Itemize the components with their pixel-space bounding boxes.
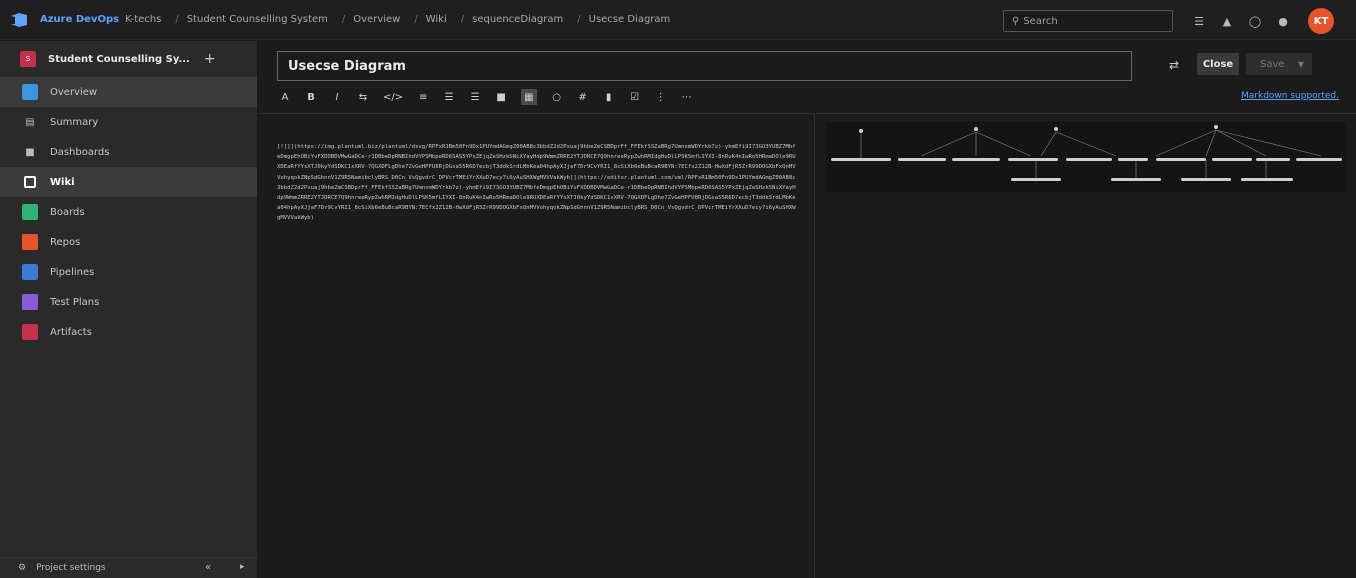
sidebar-item-label: Overview bbox=[50, 86, 98, 98]
gear-icon: ⚙ bbox=[18, 563, 27, 573]
sidebar-item-wiki[interactable]: Wiki bbox=[0, 167, 257, 197]
sidebar-item-artifacts[interactable]: Artifacts bbox=[0, 317, 257, 347]
overview-icon bbox=[22, 84, 38, 100]
preview-pane bbox=[816, 113, 1356, 578]
italic-icon[interactable]: I bbox=[331, 89, 343, 105]
breadcrumb-separator: / bbox=[175, 14, 179, 25]
breadcrumb-project[interactable]: Student Counselling System bbox=[187, 14, 328, 25]
breadcrumb-sequence-diagram[interactable]: sequenceDiagram bbox=[472, 14, 563, 25]
search-box[interactable]: ⚲ Search bbox=[1003, 10, 1173, 32]
project-settings[interactable]: ⚙ Project settings « ▸ bbox=[0, 557, 258, 578]
summary-icon: ▤ bbox=[25, 116, 35, 128]
sidebar-item-label: Summary bbox=[50, 116, 99, 128]
breadcrumb-separator: / bbox=[460, 14, 465, 25]
quote-icon[interactable]: ≡ bbox=[417, 89, 429, 105]
sidebar-item-repos[interactable]: Repos bbox=[0, 227, 257, 257]
project-name[interactable]: Student Counselling Sy... bbox=[48, 54, 190, 65]
breadcrumb-wiki[interactable]: Wiki bbox=[426, 14, 447, 25]
sidebar-item-dashboards[interactable]: ■ Dashboards bbox=[0, 137, 257, 167]
breadcrumb-overview[interactable]: Overview bbox=[353, 14, 400, 25]
bold-icon[interactable]: B bbox=[305, 89, 317, 105]
markdown-editor[interactable]: [![]](https://img.plantuml.biz/plantuml/… bbox=[259, 113, 815, 578]
expand-pane-icon[interactable]: ▸ bbox=[240, 562, 245, 572]
more-formatting-icon[interactable]: ⋮ bbox=[655, 89, 667, 105]
diagram-background bbox=[826, 122, 1346, 192]
sidebar-item-overview[interactable]: Overview bbox=[0, 77, 257, 107]
breadcrumb-current-page[interactable]: Usecse Diagram bbox=[589, 14, 671, 25]
breadcrumb-separator: / bbox=[414, 14, 418, 25]
collapse-sidebar-icon[interactable]: « bbox=[205, 562, 211, 573]
swap-icon[interactable]: ⇄ bbox=[1169, 58, 1179, 72]
breadcrumb-org[interactable]: K-techs bbox=[125, 14, 161, 25]
marketplace-icon[interactable]: ▲ bbox=[1220, 14, 1234, 28]
sidebar-item-boards[interactable]: Boards bbox=[0, 197, 257, 227]
breadcrumb-separator: / bbox=[341, 14, 346, 25]
user-settings-icon[interactable]: ● bbox=[1276, 14, 1290, 28]
wiki-icon bbox=[24, 176, 36, 188]
project-settings-label: Project settings bbox=[36, 563, 106, 573]
sidebar-item-test-plans[interactable]: Test Plans bbox=[0, 287, 257, 317]
markdown-content[interactable]: [![]](https://img.plantuml.biz/plantuml/… bbox=[277, 142, 796, 224]
chevron-down-icon[interactable]: ▼ bbox=[1298, 60, 1304, 69]
boards-icon bbox=[22, 204, 38, 220]
dashboards-icon: ■ bbox=[25, 146, 35, 158]
save-button[interactable]: Save ▼ bbox=[1246, 53, 1312, 75]
azure-devops-logo-icon[interactable] bbox=[8, 10, 30, 30]
sidebar-item-label: Repos bbox=[50, 236, 81, 248]
pipelines-icon bbox=[22, 264, 38, 280]
test-plans-icon bbox=[22, 294, 38, 310]
add-icon[interactable]: + bbox=[204, 51, 216, 67]
top-bar: Azure DevOps K-techs / Student Counselli… bbox=[0, 0, 1356, 40]
bulleted-list-icon[interactable]: ☰ bbox=[443, 89, 455, 105]
formatting-toolbar: A B I ⇆ </> ≡ ☰ ☰ ■ ▦ ○ # ▮ ☑ ⋮ ⋯ bbox=[279, 87, 693, 107]
list-icon[interactable]: ☰ bbox=[1192, 14, 1206, 28]
video-icon[interactable]: ▮ bbox=[603, 89, 615, 105]
project-header[interactable]: S Student Counselling Sy... + bbox=[0, 41, 257, 77]
more-options-icon[interactable]: ⋯ bbox=[681, 89, 693, 105]
search-icon: ⚲ bbox=[1012, 15, 1020, 27]
sidebar-item-summary[interactable]: ▤ Summary bbox=[0, 107, 257, 137]
breadcrumb-separator: / bbox=[577, 14, 581, 25]
sidebar-item-label: Artifacts bbox=[50, 326, 92, 338]
checklist-icon[interactable]: ☑ bbox=[629, 89, 641, 105]
close-button[interactable]: Close bbox=[1197, 53, 1239, 75]
use-case-diagram-preview bbox=[826, 122, 1346, 192]
table-icon[interactable]: ▦ bbox=[521, 89, 537, 105]
breadcrumb-brand[interactable]: Azure DevOps bbox=[40, 14, 119, 25]
sidebar-item-label: Test Plans bbox=[50, 296, 100, 308]
link-icon[interactable]: ⇆ bbox=[357, 89, 369, 105]
attachment-icon[interactable]: ■ bbox=[495, 89, 507, 105]
artifacts-icon bbox=[22, 324, 38, 340]
help-icon[interactable]: ◯ bbox=[1248, 14, 1262, 28]
sidebar-item-label: Wiki bbox=[50, 176, 75, 188]
save-label: Save bbox=[1260, 58, 1285, 70]
sidebar-item-label: Dashboards bbox=[50, 146, 110, 158]
mention-icon[interactable]: # bbox=[577, 89, 589, 105]
avatar[interactable]: KT bbox=[1308, 8, 1334, 34]
heading-icon[interactable]: A bbox=[279, 89, 291, 105]
project-badge: S bbox=[20, 51, 36, 67]
sidebar: S Student Counselling Sy... + Overview ▤… bbox=[0, 41, 258, 578]
emoji-icon[interactable]: ○ bbox=[551, 89, 563, 105]
numbered-list-icon[interactable]: ☰ bbox=[469, 89, 481, 105]
page-title-input[interactable]: Usecse Diagram bbox=[277, 51, 1132, 81]
sidebar-item-pipelines[interactable]: Pipelines bbox=[0, 257, 257, 287]
markdown-supported-link[interactable]: Markdown supported. bbox=[1241, 91, 1339, 101]
repos-icon bbox=[22, 234, 38, 250]
search-placeholder: Search bbox=[1023, 15, 1058, 27]
sidebar-item-label: Pipelines bbox=[50, 266, 95, 278]
wiki-editor: Usecse Diagram ⇄ Close Save ▼ A B I ⇆ </… bbox=[259, 41, 1356, 578]
top-icons: ☰ ▲ ◯ ● KT bbox=[1192, 8, 1334, 34]
code-icon[interactable]: </> bbox=[383, 89, 403, 105]
sidebar-item-label: Boards bbox=[50, 206, 85, 218]
